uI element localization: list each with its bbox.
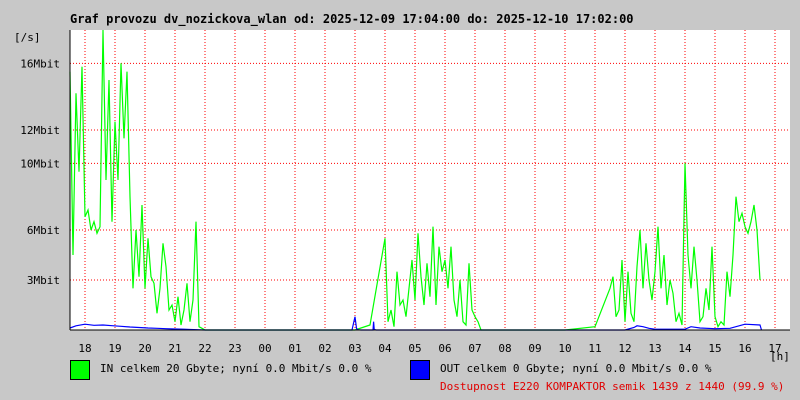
legend-out-text: OUT celkem 0 Gbyte; nyní 0.0 Mbit/s 0.0 … [440, 362, 712, 375]
x-tick-label: 07 [468, 342, 481, 355]
y-tick-label: 10Mbit [20, 157, 60, 170]
availability-text: Dostupnost E220 KOMPAKTOR semik 1439 z 1… [440, 380, 785, 393]
y-tick-label: 12Mbit [20, 124, 60, 137]
legend-in-swatch [70, 360, 90, 380]
y-tick-label: 3Mbit [27, 274, 60, 287]
x-tick-label: 22 [198, 342, 211, 355]
x-tick-label: 21 [168, 342, 181, 355]
x-tick-label: 03 [348, 342, 361, 355]
y-tick-label: 16Mbit [20, 57, 60, 70]
x-tick-label: 18 [78, 342, 91, 355]
x-tick-label: 02 [318, 342, 331, 355]
x-tick-label: 05 [408, 342, 421, 355]
x-tick-label: 14 [678, 342, 692, 355]
x-tick-label: 06 [438, 342, 451, 355]
x-tick-label: 08 [498, 342, 511, 355]
x-tick-label: 19 [108, 342, 121, 355]
x-tick-label: 00 [258, 342, 271, 355]
x-tick-label: 01 [288, 342, 301, 355]
x-tick-label: 12 [618, 342, 631, 355]
legend-in-text: IN celkem 20 Gbyte; nyní 0.0 Mbit/s 0.0 … [100, 362, 372, 375]
legend-out-swatch [410, 360, 430, 380]
x-tick-label: 16 [738, 342, 751, 355]
x-tick-label: 13 [648, 342, 661, 355]
y-tick-label: 6Mbit [27, 224, 60, 237]
x-tick-label: 11 [588, 342, 601, 355]
x-tick-label: 10 [558, 342, 571, 355]
x-tick-label: 17 [768, 342, 781, 355]
x-tick-label: 15 [708, 342, 721, 355]
x-tick-label: 04 [378, 342, 392, 355]
x-tick-label: 09 [528, 342, 541, 355]
traffic-chart: 18 19 20 21 22 23 00 01 02 03 04 05 06 07 08 09 10 11 12 13… [20, 29, 790, 355]
x-tick-label: 20 [138, 342, 151, 355]
x-tick-label: 23 [228, 342, 241, 355]
